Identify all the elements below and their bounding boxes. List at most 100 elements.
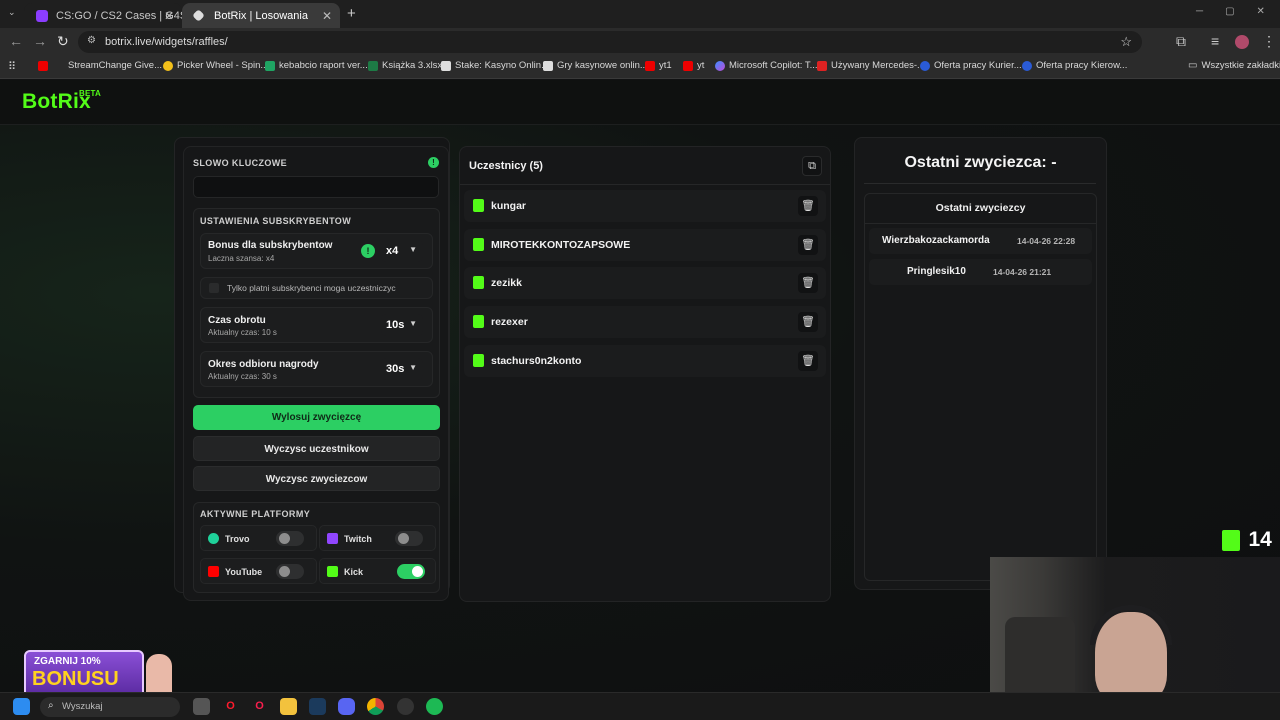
youtube-icon <box>645 60 655 71</box>
media-icon[interactable]: ≡ <box>1211 33 1219 49</box>
bookmark[interactable]: Używany Mercedes-... <box>817 60 925 71</box>
bookmark[interactable]: Książka 3.xlsx <box>368 60 442 71</box>
spin-value: 10s <box>386 319 405 331</box>
site-info-icon[interactable]: ⚙ <box>87 35 96 46</box>
extensions-icon[interactable]: ⧉ <box>1176 33 1186 50</box>
bookmark[interactable]: Stake: Kasyno Onlin... <box>441 60 549 71</box>
folder-icon: ▭ <box>1188 60 1198 71</box>
copy-icon[interactable]: ⧉ <box>802 156 822 176</box>
opera-gx-icon[interactable]: O <box>251 698 268 715</box>
window-controls[interactable]: ─▢✕ <box>1196 6 1280 17</box>
otomoto-icon <box>817 60 827 71</box>
botrix-logo[interactable]: BotRix BETA <box>22 89 101 114</box>
menu-icon[interactable]: ⋮ <box>1262 33 1276 50</box>
windows-start-icon[interactable] <box>13 698 30 715</box>
delete-icon[interactable]: 🗑 <box>798 235 818 255</box>
bookmark[interactable]: Oferta pracy Kurier... <box>920 60 1022 71</box>
bookmark[interactable]: yt1 <box>645 60 672 71</box>
forward-icon[interactable]: → <box>33 33 47 49</box>
info-icon[interactable]: ! <box>428 157 439 168</box>
bookmark[interactable]: Microsoft Copilot: T... <box>715 60 818 71</box>
apps-icon[interactable]: ⠿ <box>8 60 16 73</box>
divider <box>460 184 830 185</box>
clear-participants-button[interactable]: Wyczysc uczestnikow <box>193 436 440 461</box>
reload-icon[interactable]: ↻ <box>57 33 69 50</box>
taskbar-search[interactable]: ⌕ Wyszukaj <box>40 697 180 717</box>
steam-icon[interactable] <box>309 698 326 715</box>
divider <box>864 183 1096 184</box>
bookmark-label: Wszystkie zakładki <box>1201 60 1280 71</box>
kick-icon <box>473 315 484 328</box>
chrome-icon[interactable] <box>367 698 384 715</box>
chevron-down-icon: ▼ <box>409 363 417 372</box>
winner-name: Pringlesik10 <box>907 266 966 277</box>
delete-icon[interactable]: 🗑 <box>798 312 818 332</box>
spin-select[interactable]: 10s ▼ <box>381 314 423 336</box>
bookmark-star-icon[interactable]: ☆ <box>1120 34 1132 50</box>
promo-line1: ZGARNIJ 10% <box>34 656 101 667</box>
platforms-label: AKTYWNE PLATFORMY <box>200 509 311 519</box>
keyword-input[interactable] <box>193 176 439 198</box>
paid-only-checkbox[interactable] <box>209 283 219 293</box>
clear-winners-button[interactable]: Wyczysc zwyciezcow <box>193 466 440 491</box>
taskbar: ⌕ Wyszukaj O O <box>0 692 1280 720</box>
kick-icon <box>473 199 484 212</box>
paid-only-label: Tylko platni subskrybenci moga uczestnic… <box>227 283 396 293</box>
bonus-select[interactable]: x4 ▼ <box>381 240 423 262</box>
bookmark-label: Oferta pracy Kierow... <box>1036 60 1128 71</box>
close-tab-icon[interactable]: ✕ <box>322 9 332 23</box>
kick-logo-icon <box>1222 529 1240 551</box>
wheel-icon <box>163 60 173 71</box>
search-placeholder: Wyszukaj <box>62 701 103 712</box>
youtube-toggle[interactable] <box>276 564 304 579</box>
profile-avatar[interactable] <box>1235 35 1249 49</box>
bookmark[interactable]: kebabcio raport ver... <box>265 60 368 71</box>
delete-icon[interactable]: 🗑 <box>798 196 818 216</box>
claim-select[interactable]: 30s ▼ <box>381 358 423 380</box>
g4skins-favicon-icon <box>36 10 48 22</box>
file-explorer-icon[interactable] <box>280 698 297 715</box>
bonus-title: Bonus dla subskrybentow <box>208 240 333 251</box>
task-view-icon[interactable] <box>193 698 210 715</box>
delete-icon[interactable]: 🗑 <box>798 351 818 371</box>
participant-name: MIROTEKKONTOZAPSOWE <box>491 239 631 251</box>
kick-icon <box>473 276 484 289</box>
webcam-headset <box>1090 605 1172 645</box>
trovo-toggle[interactable] <box>276 531 304 546</box>
draw-winner-button[interactable]: Wylosuj zwycięzcę <box>193 405 440 430</box>
url-field[interactable]: ⚙ botrix.live/widgets/raffles/ ☆ <box>78 31 1142 53</box>
tab-list-chevron-icon[interactable]: ⌄ <box>8 7 16 18</box>
bookmark[interactable]: yt <box>683 60 704 71</box>
participant-row: kungar 🗑 <box>464 190 826 222</box>
bonus-info-icon[interactable]: ! <box>361 244 375 258</box>
tab-g4skins[interactable]: CS:GO / CS2 Cases | G4Skins Ca ✕ <box>24 3 182 28</box>
participant-name: rezexer <box>491 316 528 328</box>
spin-title: Czas obrotu <box>208 315 266 326</box>
close-tab-icon[interactable]: ✕ <box>164 9 174 23</box>
obs-icon[interactable] <box>397 698 414 715</box>
delete-icon[interactable]: 🗑 <box>798 273 818 293</box>
all-bookmarks[interactable]: ▭ Wszystkie zakładki <box>1188 60 1280 71</box>
botrix-favicon-icon <box>192 9 205 22</box>
discord-icon[interactable] <box>338 698 355 715</box>
subs-section-label: USTAWIENIA SUBSKRYBENTOW <box>200 216 352 226</box>
tab-botrix[interactable]: BotRix | Losowania ✕ <box>182 3 340 28</box>
bookmark[interactable]: Picker Wheel - Spin... <box>163 60 268 71</box>
bookmark-label: Książka 3.xlsx <box>382 60 443 71</box>
bookmark[interactable]: Gry kasynowe onlin... <box>543 60 648 71</box>
bookmark[interactable]: StreamChange Give... <box>38 60 162 71</box>
participants-title: Uczestnicy (5) <box>469 160 543 172</box>
twitch-toggle[interactable] <box>395 531 423 546</box>
bookmarks-bar: ⠿ StreamChange Give... Picker Wheel - Sp… <box>0 57 1280 79</box>
back-icon[interactable]: ← <box>9 33 23 49</box>
claim-sub: Aktualny czas: 30 s <box>208 372 277 381</box>
new-tab-button[interactable]: + <box>347 5 356 22</box>
bookmark-label: kebabcio raport ver... <box>279 60 368 71</box>
kick-toggle[interactable] <box>397 564 425 579</box>
platform-name: Kick <box>344 567 364 577</box>
bookmark[interactable]: Oferta pracy Kierow... <box>1022 60 1127 71</box>
spotify-icon[interactable] <box>426 698 443 715</box>
opera-icon[interactable]: O <box>222 698 239 715</box>
bookmark-label: Używany Mercedes-... <box>831 60 925 71</box>
platform-name: Trovo <box>225 534 250 544</box>
